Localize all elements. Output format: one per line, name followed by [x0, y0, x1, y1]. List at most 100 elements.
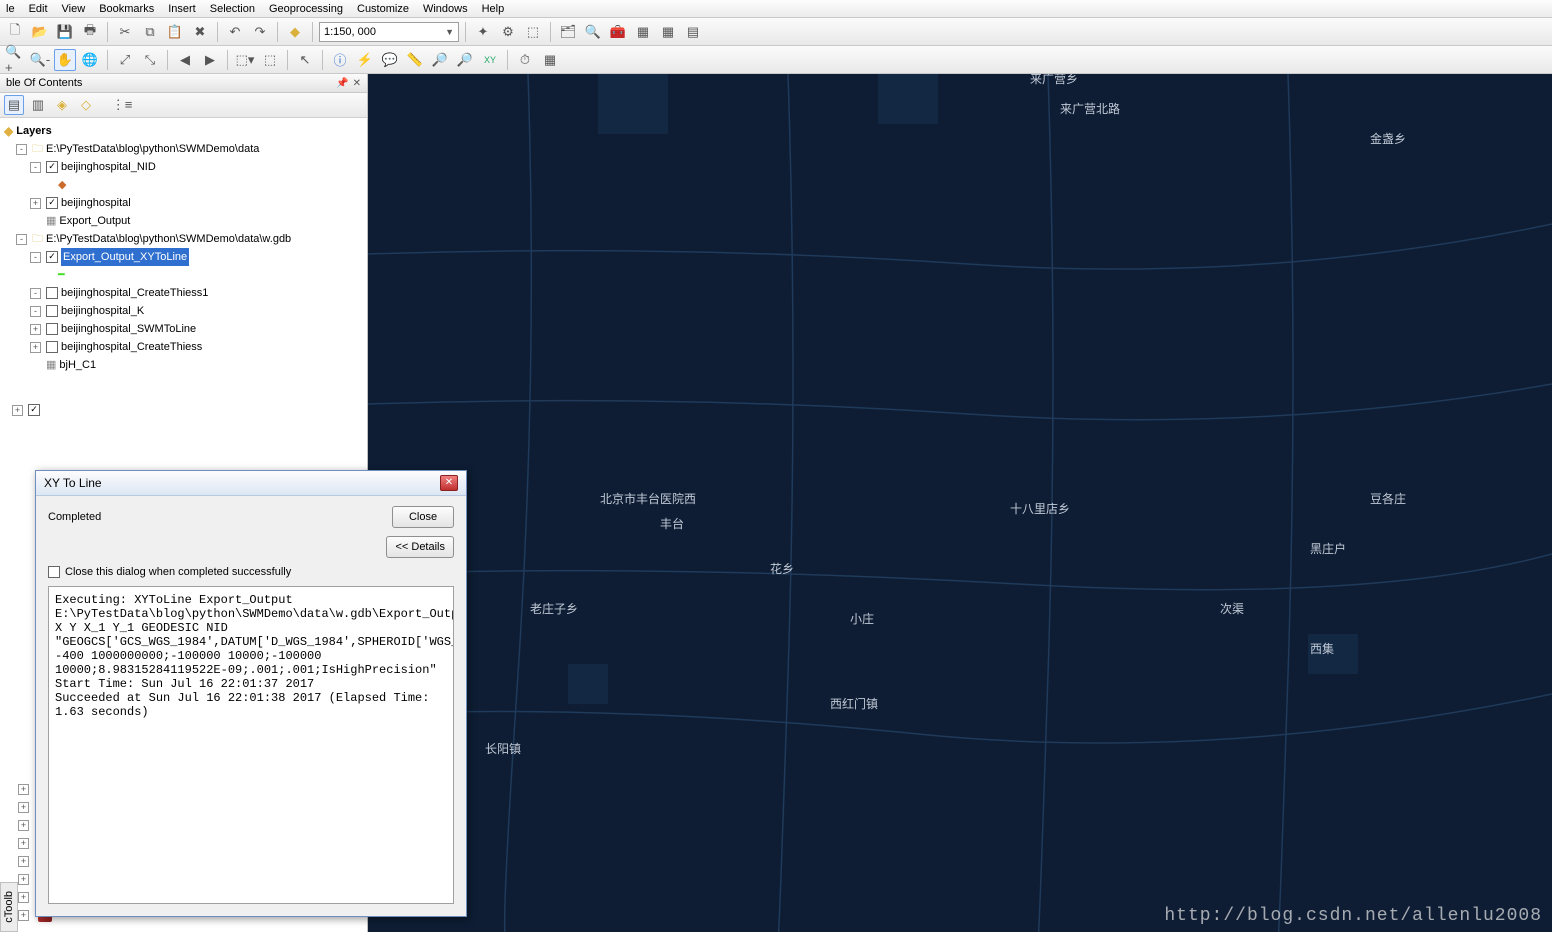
menu-windows[interactable]: Windows	[423, 3, 468, 15]
time-slider-icon[interactable]: ⏱	[514, 49, 536, 71]
layer-checkbox[interactable]	[46, 287, 58, 299]
expander-icon[interactable]: -	[16, 144, 27, 155]
menu-geoprocessing[interactable]: Geoprocessing	[269, 3, 343, 15]
toolbar-icon[interactable]: ⬚	[522, 21, 544, 43]
copy-icon[interactable]: ⧉	[139, 21, 161, 43]
expander-icon[interactable]: +	[18, 802, 29, 813]
close-panel-icon[interactable]: ✕	[353, 78, 361, 89]
cut-icon[interactable]: ✂	[114, 21, 136, 43]
expander-icon[interactable]: +	[12, 405, 23, 416]
list-by-source-icon[interactable]: ▥	[28, 95, 48, 115]
expander-icon[interactable]: +	[18, 856, 29, 867]
print-icon[interactable]: 🖶	[79, 21, 101, 43]
menu-bookmarks[interactable]: Bookmarks	[99, 3, 154, 15]
measure-icon[interactable]: 📏	[404, 49, 426, 71]
dropdown-icon[interactable]: ▼	[445, 27, 454, 37]
layer-row[interactable]: -Export_Output_XYToLine	[2, 248, 365, 266]
layer-checkbox[interactable]	[46, 341, 58, 353]
results-icon[interactable]: ▤	[682, 21, 704, 43]
list-by-drawing-order-icon[interactable]: ▤	[4, 95, 24, 115]
expander-icon[interactable]: -	[16, 234, 27, 245]
fixed-zoom-out-icon[interactable]: ⤡	[139, 49, 161, 71]
save-icon[interactable]: 💾	[54, 21, 76, 43]
layer-label[interactable]: beijinghospital_NID	[61, 158, 156, 176]
select-features-icon[interactable]: ⬚▾	[234, 49, 256, 71]
layer-checkbox[interactable]	[46, 305, 58, 317]
autoclose-checkbox[interactable]: Close this dialog when completed success…	[48, 566, 454, 578]
layer-checkbox[interactable]	[46, 251, 58, 263]
close-button[interactable]: Close	[392, 506, 454, 528]
identify-icon[interactable]: ⓘ	[329, 49, 351, 71]
expander-icon[interactable]: +	[18, 838, 29, 849]
expander-icon[interactable]: -	[30, 162, 41, 173]
expander-icon[interactable]: +	[18, 784, 29, 795]
layer-label[interactable]: E:\PyTestData\blog\python\SWMDemo\data	[46, 140, 259, 158]
layer-label[interactable]: bjH_C1	[59, 356, 96, 374]
dialog-close-icon[interactable]: ✕	[440, 475, 458, 491]
forward-extent-icon[interactable]: ▶	[199, 49, 221, 71]
add-data-icon[interactable]: ◆	[284, 21, 306, 43]
editor-toolbar-icon[interactable]: ✦	[472, 21, 494, 43]
layer-checkbox[interactable]	[28, 404, 40, 416]
expander-icon[interactable]: +	[18, 874, 29, 885]
python-icon[interactable]: ▦	[632, 21, 654, 43]
options-icon[interactable]: ⋮≡	[112, 95, 132, 115]
layer-label[interactable]: beijinghospital_CreateThiess1	[61, 284, 208, 302]
catalog-icon[interactable]: 🗂	[557, 21, 579, 43]
menu-insert[interactable]: Insert	[168, 3, 196, 15]
open-icon[interactable]: 📂	[29, 21, 51, 43]
layer-row[interactable]: -🗀E:\PyTestData\blog\python\SWMDemo\data…	[2, 230, 365, 248]
find-icon[interactable]: 🔎	[429, 49, 451, 71]
layer-checkbox[interactable]	[46, 323, 58, 335]
pan-icon[interactable]: ✋	[54, 49, 76, 71]
layer-label[interactable]: Export_Output_XYToLine	[61, 248, 189, 266]
menu-customize[interactable]: Customize	[357, 3, 409, 15]
layer-checkbox[interactable]	[46, 197, 58, 209]
clear-selection-icon[interactable]: ⬚	[259, 49, 281, 71]
menu-help[interactable]: Help	[482, 3, 505, 15]
layer-row[interactable]: -🗀E:\PyTestData\blog\python\SWMDemo\data	[2, 140, 365, 158]
layer-row[interactable]: ▦Export_Output	[2, 212, 365, 230]
hyperlink-icon[interactable]: ⚡	[354, 49, 376, 71]
full-extent-icon[interactable]: 🌐	[79, 49, 101, 71]
paste-icon[interactable]: 📋	[164, 21, 186, 43]
list-by-selection-icon[interactable]: ◇	[76, 95, 96, 115]
redo-icon[interactable]: ↷	[249, 21, 271, 43]
viewer-icon[interactable]: ▦	[539, 49, 561, 71]
zoom-in-icon[interactable]: 🔍+	[4, 49, 26, 71]
layer-row[interactable]: +beijinghospital	[2, 194, 365, 212]
dialog-log[interactable]: Executing: XYToLine Export_Output E:\PyT…	[48, 586, 454, 904]
menu-selection[interactable]: Selection	[210, 3, 255, 15]
expander-icon[interactable]: +	[30, 342, 41, 353]
layer-label[interactable]: beijinghospital_K	[61, 302, 144, 320]
menu-file[interactable]: le	[6, 3, 15, 15]
expander-icon[interactable]: +	[30, 324, 41, 335]
menu-view[interactable]: View	[62, 3, 86, 15]
layer-checkbox[interactable]	[46, 161, 58, 173]
delete-icon[interactable]: ✖	[189, 21, 211, 43]
layer-row[interactable]: + beijinghospital_CreateThiess	[2, 338, 365, 356]
fixed-zoom-in-icon[interactable]: ⤢	[114, 49, 136, 71]
layer-row[interactable]: -beijinghospital_K	[2, 302, 365, 320]
toolbar-icon[interactable]: ⚙	[497, 21, 519, 43]
expander-icon[interactable]: +	[18, 892, 29, 903]
expander-icon[interactable]: +	[18, 820, 29, 831]
goto-xy-icon[interactable]: XY	[479, 49, 501, 71]
layers-root[interactable]: Layers	[16, 122, 51, 140]
undo-icon[interactable]: ↶	[224, 21, 246, 43]
layer-row[interactable]: + beijinghospital_SWMToLine	[2, 320, 365, 338]
expander-icon[interactable]: +	[18, 910, 29, 921]
scale-input[interactable]: 1:150, 000 ▼	[319, 22, 459, 42]
layer-label[interactable]: beijinghospital_SWMToLine	[61, 320, 196, 338]
list-by-visibility-icon[interactable]: ◈	[52, 95, 72, 115]
details-button[interactable]: << Details	[386, 536, 454, 558]
layer-label[interactable]: beijinghospital_CreateThiess	[61, 338, 202, 356]
select-elements-icon[interactable]: ↖	[294, 49, 316, 71]
layer-row[interactable]: - beijinghospital_NID	[2, 158, 365, 176]
layer-label[interactable]: Export_Output	[59, 212, 130, 230]
new-icon[interactable]: 🗋	[4, 21, 26, 43]
expander-icon[interactable]: +	[30, 198, 41, 209]
map-view[interactable]: 东小口镇贺村京平高速北彩来广营乡来广营北路金盏乡北京市丰台医院西丰台十八里店乡黑…	[368, 74, 1552, 932]
layer-label[interactable]: E:\PyTestData\blog\python\SWMDemo\data\w…	[46, 230, 291, 248]
menu-edit[interactable]: Edit	[29, 3, 48, 15]
